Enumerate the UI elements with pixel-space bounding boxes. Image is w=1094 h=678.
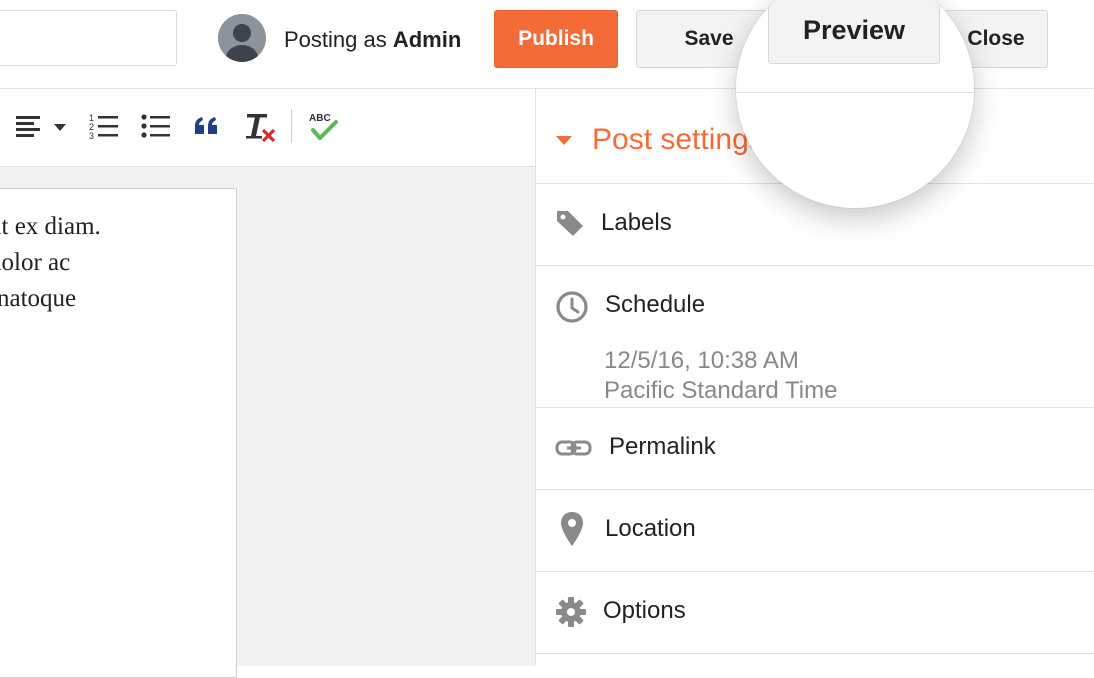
formatting-toolbar: 1 2 3 ABC (0, 89, 535, 167)
svg-text:ABC: ABC (309, 113, 331, 124)
divider (536, 265, 1094, 266)
posting-as-user: Admin (392, 27, 462, 52)
post-settings-title: Post settings (592, 123, 764, 156)
post-body-line: dolor ac (0, 249, 71, 276)
post-settings-header[interactable]: Post settings (554, 120, 764, 160)
sidebar-item-permalink[interactable]: Permalink (609, 433, 716, 461)
tag-icon (555, 208, 585, 238)
divider (536, 489, 1094, 490)
magnified-divider (736, 92, 974, 93)
post-body-line: natoque (0, 285, 77, 312)
post-body-editor[interactable]: ut ex diam. dolor ac natoque (0, 188, 237, 678)
align-icon[interactable] (14, 109, 70, 145)
gear-icon (555, 596, 587, 628)
link-icon (555, 433, 593, 463)
divider (536, 653, 1094, 654)
publish-button[interactable]: Publish (494, 10, 618, 68)
sidebar-item-labels[interactable]: Labels (601, 209, 672, 237)
schedule-date[interactable]: 12/5/16, 10:38 AM (604, 347, 799, 375)
divider (536, 571, 1094, 572)
posting-as-text: Posting as Admin (284, 27, 461, 53)
bulleted-list-icon[interactable] (140, 109, 172, 145)
caret-down-icon (556, 135, 572, 145)
sidebar-item-schedule[interactable]: Schedule (605, 291, 705, 319)
quote-icon[interactable] (192, 109, 222, 145)
post-body-line: ut ex diam. (0, 213, 101, 240)
preview-button[interactable]: Preview (768, 0, 940, 64)
divider (536, 407, 1094, 408)
numbered-list-icon[interactable]: 1 2 3 (88, 109, 120, 145)
remove-formatting-icon[interactable] (243, 109, 277, 145)
toolbar-separator (291, 109, 292, 143)
svg-text:3: 3 (89, 131, 94, 141)
location-pin-icon (559, 510, 585, 548)
sidebar-item-options[interactable]: Options (603, 597, 686, 625)
schedule-timezone[interactable]: Pacific Standard Time (604, 377, 837, 405)
spellcheck-icon[interactable]: ABC (305, 109, 341, 145)
clock-icon (555, 290, 589, 324)
post-title-input[interactable] (0, 10, 177, 66)
sidebar-item-location[interactable]: Location (605, 515, 696, 543)
avatar (218, 14, 266, 62)
post-body-text: ut ex diam. dolor ac natoque (0, 209, 227, 317)
posting-as-prefix: Posting as (284, 27, 387, 52)
